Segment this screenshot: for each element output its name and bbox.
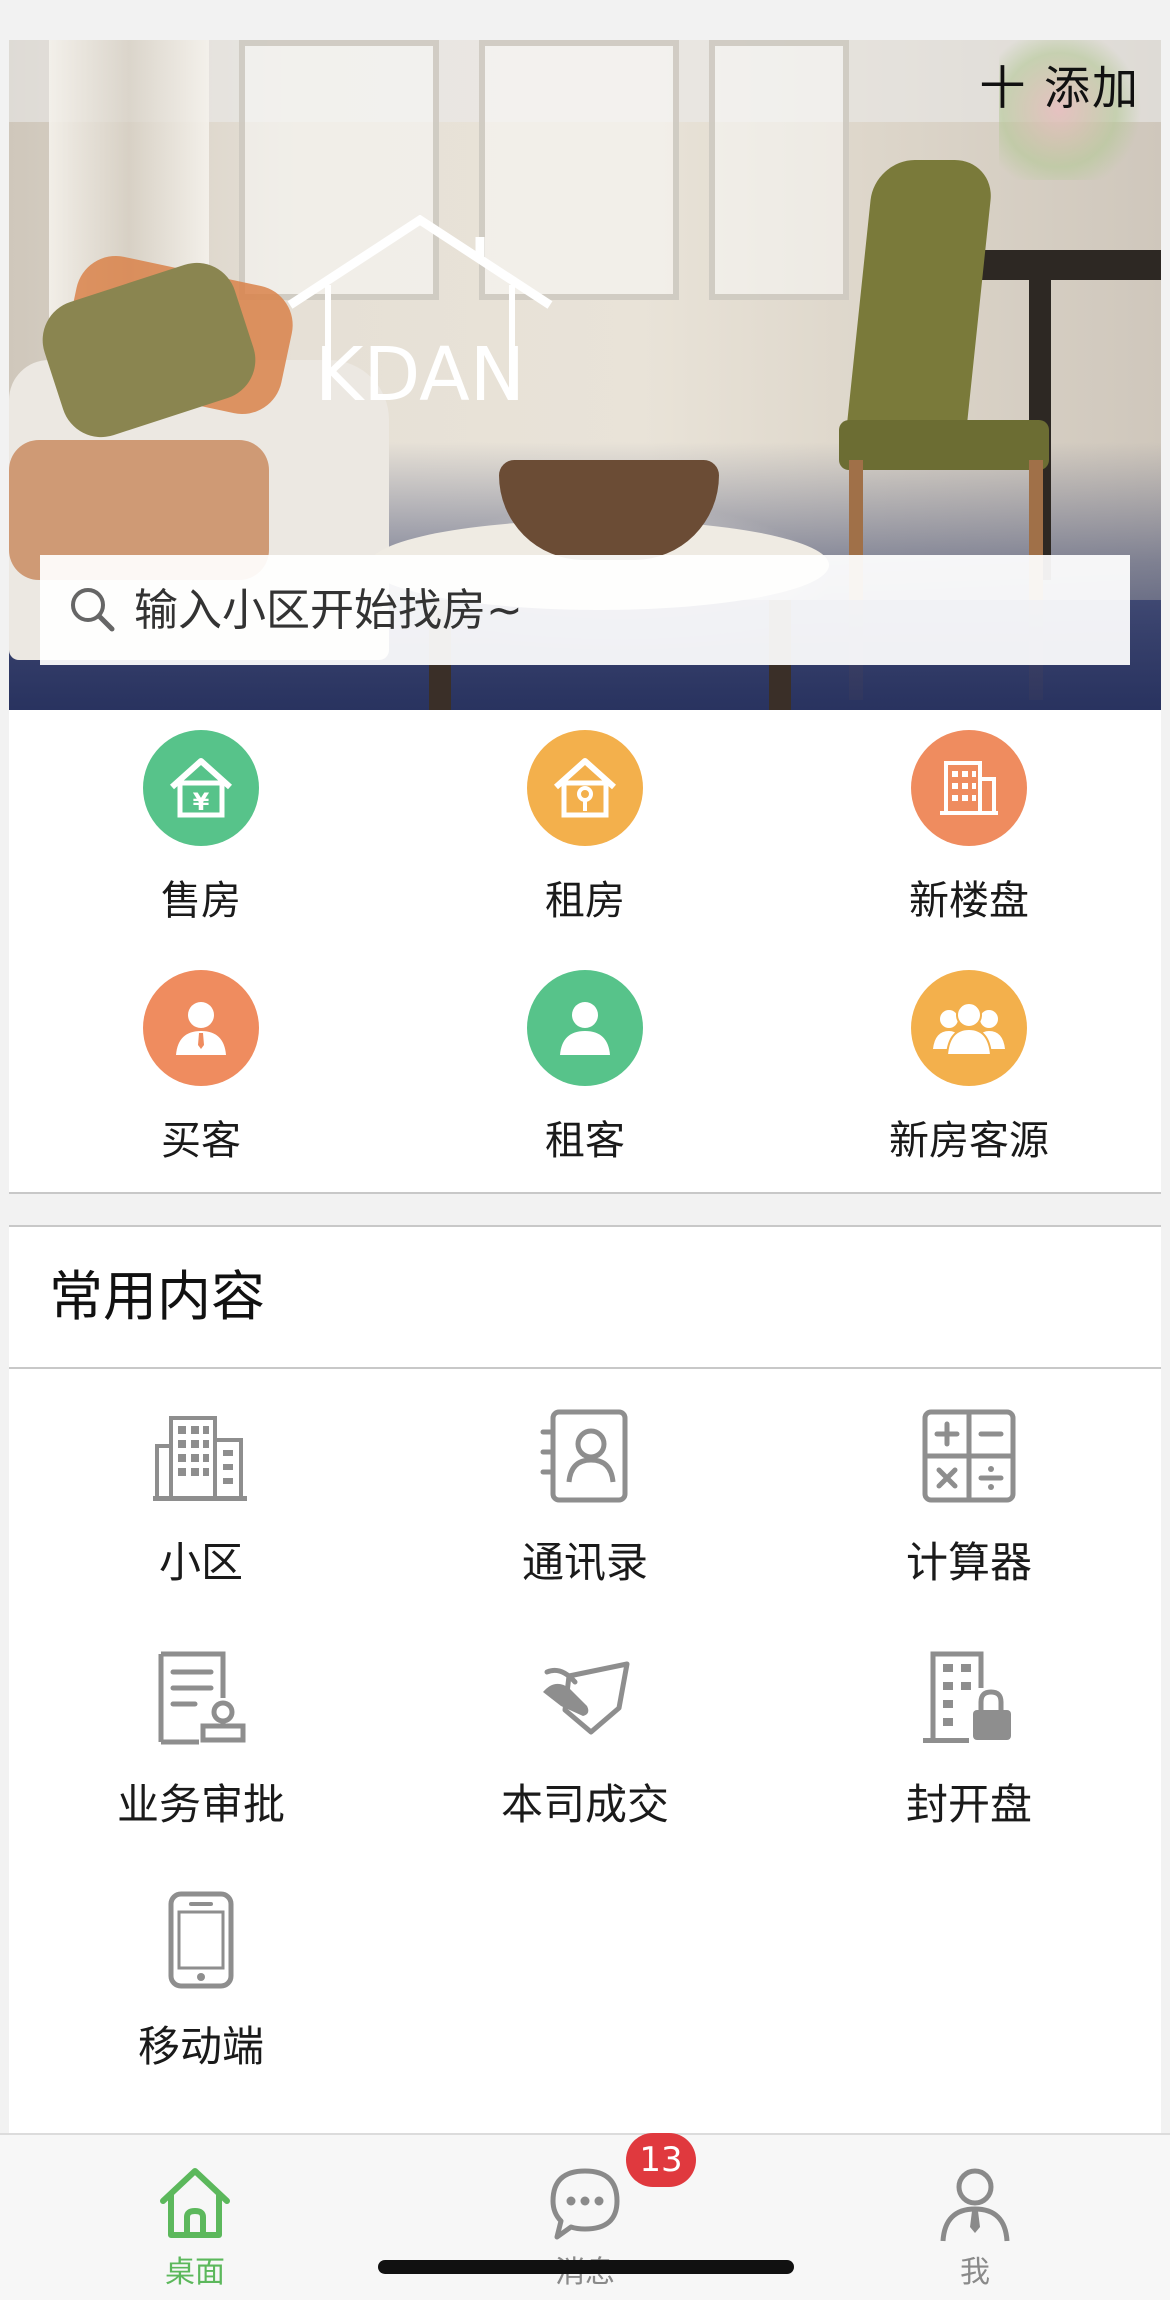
- background-chair-seat: [839, 420, 1049, 470]
- quick-action-label: 买客: [161, 1118, 241, 1164]
- bottom-tab-bar: 桌面 消息 我: [0, 2133, 1170, 2300]
- common-item-label: 本司成交: [500, 1780, 669, 1829]
- common-item-lock-unlock-listing[interactable]: 封开盘: [777, 1629, 1161, 1871]
- locked-building-icon: [914, 1643, 1024, 1753]
- add-button[interactable]: 十 添加: [979, 52, 1140, 118]
- tab-messages[interactable]: 消息: [390, 2135, 780, 2300]
- quick-action-sell-house[interactable]: ¥ 售房: [9, 710, 393, 950]
- section-title: 常用内容: [9, 1227, 1161, 1369]
- calculator-icon: [914, 1401, 1024, 1511]
- common-item-approval[interactable]: 业务审批: [9, 1629, 393, 1871]
- group-icon: [911, 970, 1027, 1086]
- tab-me[interactable]: 我: [780, 2135, 1170, 2300]
- building-icon: [911, 730, 1027, 846]
- quick-action-tenant[interactable]: 租客: [393, 950, 777, 1190]
- quick-action-new-house-clients[interactable]: 新房客源: [777, 950, 1161, 1190]
- quick-action-label: 新楼盘: [909, 878, 1029, 924]
- background-chair: [843, 160, 995, 460]
- common-item-label: 通讯录: [521, 1538, 648, 1587]
- quick-action-buyer[interactable]: 买客: [9, 950, 393, 1190]
- approval-icon: [146, 1643, 256, 1753]
- quick-action-label: 新房客源: [889, 1118, 1049, 1164]
- person-icon: [143, 970, 259, 1086]
- chat-bubble-icon: [550, 2168, 620, 2240]
- common-item-label: 业务审批: [116, 1780, 285, 1829]
- message-count-badge: 13: [626, 2133, 696, 2187]
- logo-text: KDAN: [315, 332, 525, 405]
- contacts-icon: [530, 1401, 640, 1511]
- common-content-section: 常用内容 小区 通讯录 计算器 业务审批 本司成交 封开盘 移动端: [9, 1225, 1161, 2135]
- svg-text:¥: ¥: [193, 788, 210, 816]
- house-yen-icon: ¥: [143, 730, 259, 846]
- quick-action-new-building[interactable]: 新楼盘: [777, 710, 1161, 950]
- common-item-community[interactable]: 小区: [9, 1387, 393, 1629]
- common-item-label: 封开盘: [905, 1780, 1032, 1829]
- tab-label: 桌面: [165, 2255, 225, 2290]
- common-item-label: 计算器: [905, 1538, 1032, 1587]
- tab-desktop[interactable]: 桌面: [0, 2135, 390, 2300]
- common-item-label: 移动端: [137, 2022, 264, 2071]
- common-item-calculator[interactable]: 计算器: [777, 1387, 1161, 1629]
- quick-action-label: 租房: [545, 878, 625, 924]
- background-dining-table: [969, 250, 1161, 280]
- search-input[interactable]: [132, 583, 1036, 637]
- common-item-company-deals[interactable]: 本司成交: [393, 1629, 777, 1871]
- search-icon: [71, 588, 115, 632]
- house-key-icon: [527, 730, 643, 846]
- user-profile-icon: [940, 2168, 1010, 2242]
- section-divider: [9, 1192, 1161, 1194]
- search-bar[interactable]: [40, 555, 1130, 665]
- home-icon: [160, 2168, 230, 2238]
- common-item-label: 小区: [158, 1538, 243, 1587]
- kdan-logo: KDAN: [287, 215, 553, 405]
- person-icon: [527, 970, 643, 1086]
- quick-action-rent-house[interactable]: 租房: [393, 710, 777, 950]
- quick-action-label: 租客: [545, 1118, 625, 1164]
- tab-label: 我: [960, 2255, 990, 2290]
- deal-handshake-icon: [530, 1643, 640, 1753]
- home-indicator: [378, 2260, 794, 2274]
- quick-actions-panel: ¥ 售房 租房 新楼盘 买客 租客 新房客源: [9, 710, 1161, 1192]
- common-item-contacts[interactable]: 通讯录: [393, 1387, 777, 1629]
- common-item-mobile[interactable]: 移动端: [9, 1871, 393, 2113]
- mobile-phone-icon: [146, 1885, 256, 1995]
- background-window: [709, 40, 849, 300]
- quick-action-label: 售房: [161, 878, 241, 924]
- community-building-icon: [146, 1401, 256, 1511]
